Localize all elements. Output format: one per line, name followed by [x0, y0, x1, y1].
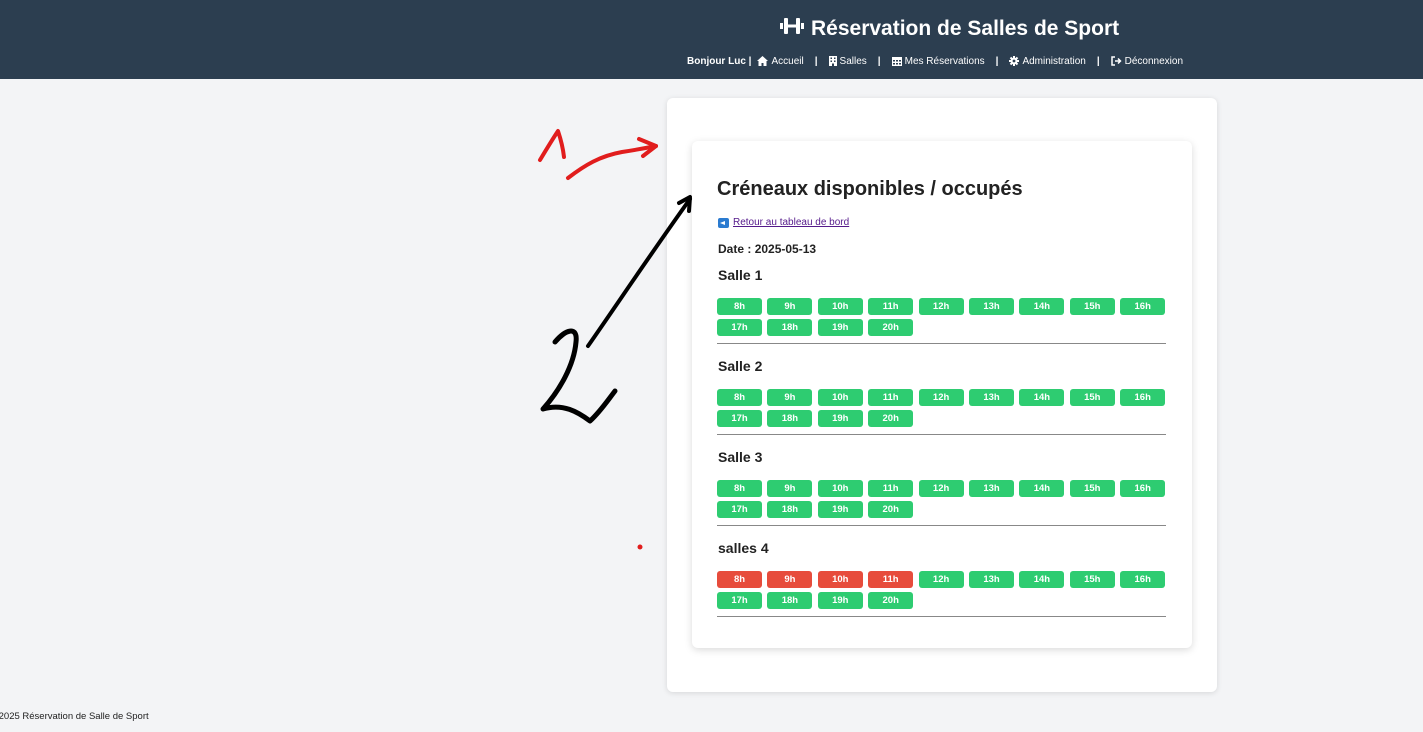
- room-section: salles 4 8h 9h 10h 11h 12h 13h 14h 15h 16h 17h 18h…: [717, 540, 1167, 617]
- slot-button[interactable]: 8h: [717, 571, 762, 588]
- slot-button[interactable]: 15h: [1069, 298, 1115, 315]
- calendar-icon: [891, 57, 902, 66]
- page-title: Créneaux disponibles / occupés: [717, 178, 1023, 200]
- slot-button[interactable]: 13h: [969, 389, 1014, 406]
- slot-button[interactable]: 11h: [868, 298, 914, 315]
- slot-button[interactable]: 9h: [767, 389, 813, 406]
- nav-deconnexion[interactable]: Déconnexion: [1110, 56, 1183, 67]
- slot-grid: 8h 9h 10h 11h 12h 13h 14h 15h 16h 17h 18h 19h 20h: [717, 571, 1167, 609]
- slot-button[interactable]: 14h: [1019, 298, 1065, 315]
- footer: © 2025 Réservation de Salle de Sport: [0, 711, 200, 722]
- slot-button[interactable]: 14h: [1019, 571, 1065, 588]
- date-value: 2025-05-13: [754, 242, 817, 256]
- slot-button[interactable]: 18h: [767, 501, 813, 518]
- slot-button[interactable]: 8h: [717, 389, 762, 406]
- logout-icon: [1110, 56, 1122, 66]
- slot-button[interactable]: 14h: [1019, 389, 1065, 406]
- slot-button[interactable]: 19h: [817, 592, 863, 609]
- slot-button[interactable]: 10h: [817, 298, 863, 315]
- slot-button[interactable]: 19h: [817, 501, 863, 518]
- slot-button[interactable]: 20h: [868, 592, 914, 609]
- nav-administration[interactable]: Administration: [1009, 56, 1086, 67]
- slot-button[interactable]: 11h: [868, 389, 914, 406]
- room-name: salles 4: [718, 540, 769, 556]
- slot-button[interactable]: 15h: [1069, 571, 1115, 588]
- slot-button[interactable]: 16h: [1120, 389, 1166, 406]
- room-divider: [717, 343, 1166, 344]
- room-section: Salle 1 8h 9h 10h 11h 12h 13h 14h 15h 16h 17h 18h 1…: [717, 267, 1167, 344]
- slot-button[interactable]: 10h: [817, 480, 863, 497]
- slot-button[interactable]: 18h: [767, 592, 813, 609]
- room-name: Salle 3: [718, 449, 763, 465]
- slot-button[interactable]: 16h: [1120, 298, 1166, 315]
- slot-button[interactable]: 12h: [918, 480, 964, 497]
- home-icon: [757, 56, 769, 66]
- slot-button[interactable]: 17h: [717, 410, 762, 427]
- room-name: Salle 1: [718, 267, 763, 283]
- room-name: Salle 2: [718, 358, 763, 374]
- slot-button[interactable]: 18h: [767, 319, 813, 336]
- gear-icon: [1009, 56, 1020, 66]
- dumbbell-icon: [780, 17, 804, 41]
- slot-button[interactable]: 16h: [1120, 480, 1166, 497]
- slot-button[interactable]: 10h: [817, 571, 863, 588]
- room-divider: [717, 434, 1166, 435]
- slot-button[interactable]: 12h: [918, 571, 964, 588]
- slot-grid: 8h 9h 10h 11h 12h 13h 14h 15h 16h 17h 18h 19h 20h: [717, 298, 1167, 336]
- app-title-text: Réservation de Salles de Sport: [811, 17, 1120, 40]
- nav-salles[interactable]: Salles: [828, 56, 867, 67]
- room-section: Salle 2 8h 9h 10h 11h 12h 13h 14h 15h 16h 17h 18h 1…: [717, 358, 1167, 435]
- date-label: Date :: [718, 242, 752, 256]
- room-divider: [717, 616, 1166, 617]
- slot-button[interactable]: 15h: [1069, 480, 1115, 497]
- slot-button[interactable]: 18h: [767, 410, 813, 427]
- slot-button[interactable]: 10h: [817, 389, 863, 406]
- slot-button[interactable]: 20h: [868, 410, 914, 427]
- slot-button[interactable]: 19h: [817, 319, 863, 336]
- room-section: Salle 3 8h 9h 10h 11h 12h 13h 14h 15h 16h 17h 18h 1…: [717, 449, 1167, 526]
- app-title: Réservation de Salles de Sport: [780, 17, 1119, 41]
- slot-button[interactable]: 12h: [918, 389, 964, 406]
- slot-grid: 8h 9h 10h 11h 12h 13h 14h 15h 16h 17h 18h 19h 20h: [717, 480, 1167, 518]
- slot-button[interactable]: 8h: [717, 298, 762, 315]
- slot-button[interactable]: 17h: [717, 319, 762, 336]
- slot-button[interactable]: 19h: [817, 410, 863, 427]
- slot-button[interactable]: 15h: [1069, 389, 1115, 406]
- slot-button[interactable]: 14h: [1019, 480, 1065, 497]
- slot-button[interactable]: 11h: [868, 571, 914, 588]
- slot-button[interactable]: 8h: [717, 480, 762, 497]
- slot-button[interactable]: 20h: [868, 319, 914, 336]
- slot-button[interactable]: 13h: [969, 298, 1014, 315]
- slot-button[interactable]: 9h: [767, 480, 813, 497]
- slot-button[interactable]: 17h: [717, 501, 762, 518]
- slot-button[interactable]: 16h: [1120, 571, 1166, 588]
- slot-button[interactable]: 12h: [918, 298, 964, 315]
- slot-button[interactable]: 11h: [868, 480, 914, 497]
- slot-button[interactable]: 9h: [767, 571, 813, 588]
- main-nav: Bonjour Luc | Accueil | Salles | Mes Rés…: [687, 55, 1183, 67]
- back-arrow-icon: [718, 217, 729, 228]
- app-header: Réservation de Salles de Sport Bonjour L…: [0, 0, 1423, 79]
- footer-text: © 2025 Réservation de Salle de Sport: [0, 711, 149, 722]
- date-line: Date : 2025-05-13: [718, 242, 816, 256]
- slot-button[interactable]: 17h: [717, 592, 762, 609]
- slot-button[interactable]: 9h: [767, 298, 813, 315]
- slot-button[interactable]: 13h: [969, 480, 1014, 497]
- building-icon: [828, 56, 837, 66]
- slot-button[interactable]: 20h: [868, 501, 914, 518]
- user-greeting: Bonjour Luc |: [687, 55, 752, 67]
- annotation-1: [538, 129, 658, 180]
- annotation-dot: [637, 544, 643, 550]
- room-divider: [717, 525, 1166, 526]
- slot-button[interactable]: 13h: [969, 571, 1014, 588]
- back-to-dashboard-link[interactable]: Retour au tableau de bord: [718, 217, 849, 228]
- nav-mes-reservations[interactable]: Mes Réservations: [891, 56, 985, 67]
- nav-accueil[interactable]: Accueil: [757, 56, 804, 67]
- slot-grid: 8h 9h 10h 11h 12h 13h 14h 15h 16h 17h 18h 19h 20h: [717, 389, 1167, 427]
